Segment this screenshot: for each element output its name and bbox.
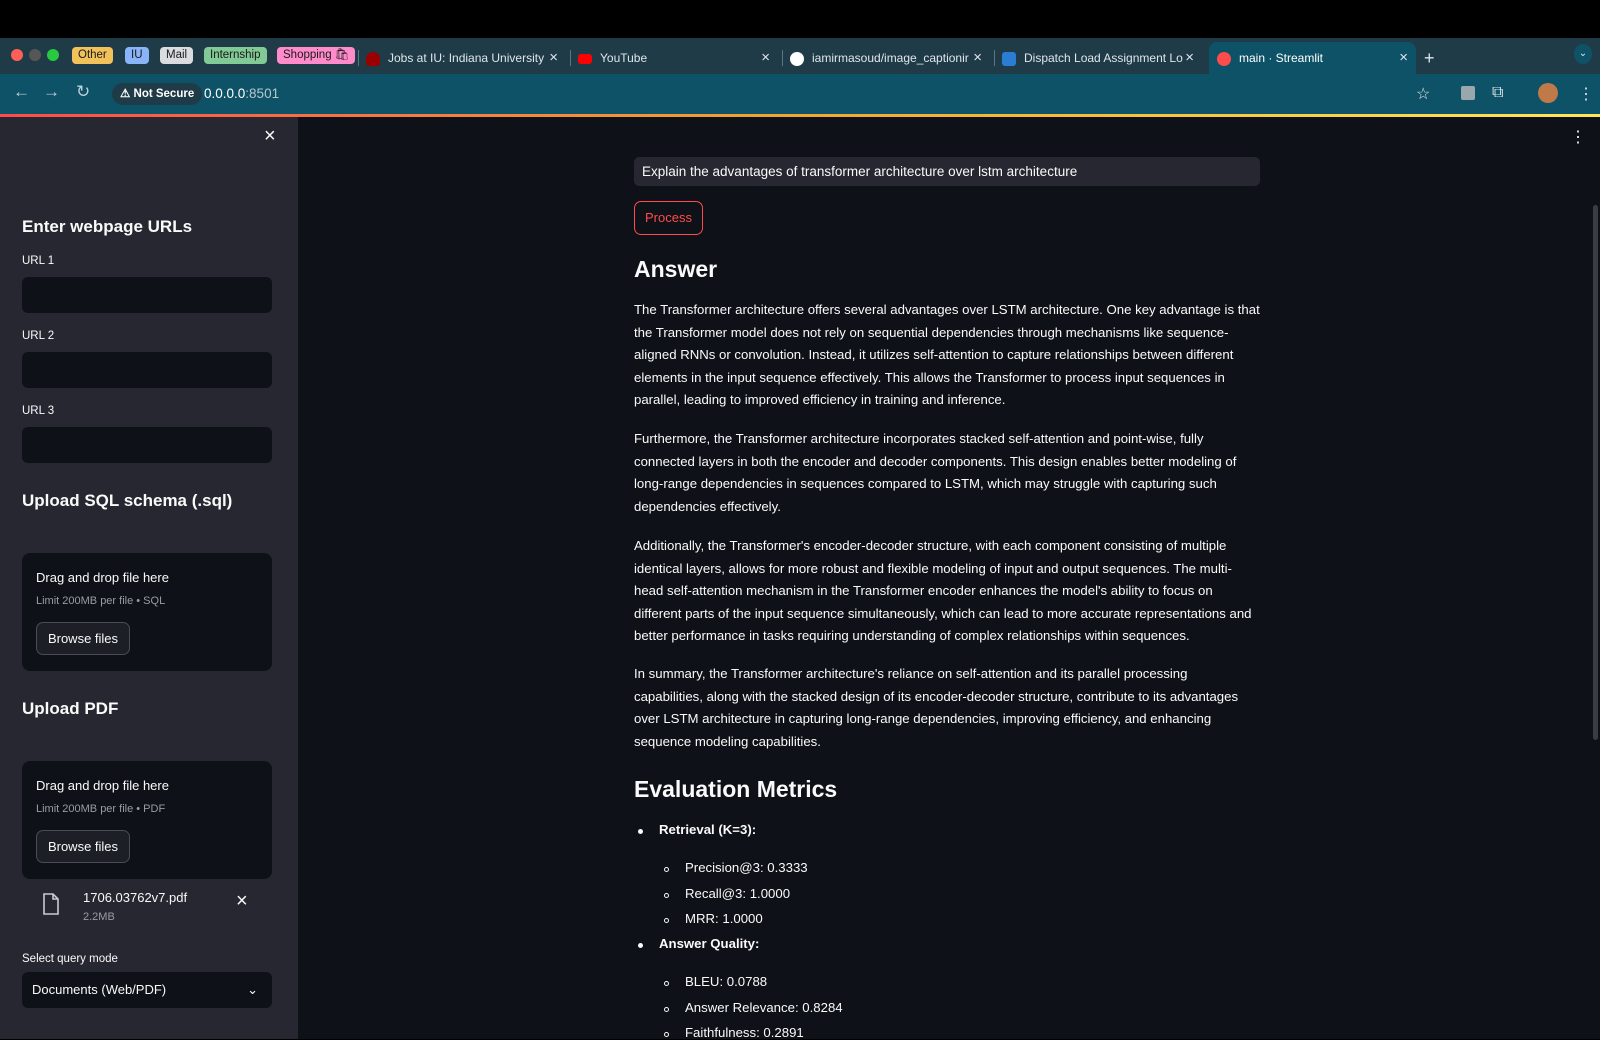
reload-icon[interactable]: ↻ — [76, 82, 90, 102]
pdf-heading: Upload PDF — [22, 699, 119, 718]
sidebar: × Enter webpage URLs URL 1 URL 2 URL 3 U… — [0, 117, 298, 1039]
tab-group-shopping[interactable]: Shopping 🛍 — [277, 47, 356, 64]
new-tab-button[interactable]: + — [1424, 42, 1444, 74]
url2-label: URL 2 — [22, 330, 55, 342]
url3-label: URL 3 — [22, 405, 55, 417]
uploaded-file-row: 1706.03762v7.pdf 2.2MB × — [22, 885, 272, 927]
profile-avatar[interactable] — [1538, 83, 1558, 103]
streamlit-icon — [1217, 51, 1231, 66]
tab-streamlit-active[interactable]: main · Streamlit × — [1209, 42, 1416, 74]
metric-group-retrieval: Retrieval (K=3): — [659, 822, 757, 837]
metrics-heading: Evaluation Metrics — [634, 776, 838, 802]
window-minimize-button[interactable] — [29, 49, 41, 61]
metric-group-answer-quality: Answer Quality: — [659, 936, 760, 951]
answer-paragraph-3: Additionally, the Transformer's encoder-… — [634, 538, 1252, 644]
tab-search-icon[interactable]: ⌄ — [1574, 44, 1592, 64]
close-tab-icon[interactable]: × — [761, 42, 770, 74]
answer-paragraph-1: The Transformer architecture offers seve… — [634, 302, 1260, 408]
sql-dropzone[interactable]: Drag and drop file here Limit 200MB per … — [22, 553, 272, 671]
close-tab-icon[interactable]: × — [1185, 42, 1194, 74]
sql-browse-button[interactable]: Browse files — [36, 622, 130, 655]
github-icon — [790, 51, 804, 66]
url3-input[interactable] — [22, 427, 272, 463]
sql-heading: Upload SQL schema (.sql) — [22, 491, 233, 510]
close-tab-icon[interactable]: × — [1399, 42, 1408, 74]
pdf-browse-button[interactable]: Browse files — [36, 830, 130, 863]
url1-label: URL 1 — [22, 255, 55, 267]
metric-faithfulness: Faithfulness: 0.2891 — [685, 1025, 804, 1040]
metric-precision: Precision@3: 0.3333 — [685, 860, 808, 875]
pdf-dropzone[interactable]: Drag and drop file here Limit 200MB per … — [22, 761, 272, 879]
remove-file-icon[interactable]: × — [236, 890, 248, 913]
tab-group-other[interactable]: Other — [72, 47, 113, 64]
main-scrollbar[interactable] — [1593, 205, 1598, 740]
iu-shield-icon — [366, 51, 380, 66]
bookmark-star-icon[interactable]: ☆ — [1416, 84, 1430, 104]
tab-github[interactable]: iamirmasoud/image_captionir × — [790, 42, 990, 74]
youtube-icon — [578, 53, 592, 64]
mode-label: Select query mode — [22, 953, 118, 965]
metric-bleu: BLEU: 0.0788 — [685, 974, 768, 989]
query-input[interactable]: Explain the advantages of transformer ar… — [634, 157, 1260, 186]
tab-group-mail[interactable]: Mail — [160, 47, 194, 64]
uploaded-file-size: 2.2MB — [83, 911, 115, 923]
urls-heading: Enter webpage URLs — [22, 217, 193, 236]
tab-word-doc[interactable]: Dispatch Load Assignment Lo × — [1002, 42, 1202, 74]
answer-paragraph-2: Furthermore, the Transformer architectur… — [634, 431, 1237, 514]
url2-input[interactable] — [22, 352, 272, 388]
extension-icon[interactable] — [1461, 86, 1475, 100]
browser-tab-strip: Other IU Mail Internship Shopping 🛍 Jobs… — [0, 38, 1600, 74]
browser-toolbar: ← → ↻ ⚠ Not Secure 0.0.0.0:8501 ☆ ⧉ ⋮ — [0, 74, 1600, 114]
answer-heading: Answer — [634, 256, 718, 282]
forward-icon[interactable]: → — [43, 82, 60, 102]
metric-mrr: MRR: 1.0000 — [685, 911, 763, 926]
metric-answer-relevance: Answer Relevance: 0.8284 — [685, 1000, 843, 1015]
query-mode-select[interactable]: Documents (Web/PDF) ⌄ — [22, 972, 272, 1008]
metric-recall: Recall@3: 1.0000 — [685, 886, 791, 901]
tab-group-iu[interactable]: IU — [125, 47, 149, 64]
address-bar[interactable]: ⚠ Not Secure 0.0.0.0:8501 ☆ — [108, 80, 1438, 108]
chevron-down-icon: ⌄ — [247, 982, 258, 997]
back-icon[interactable]: ← — [13, 82, 30, 102]
browser-menu-icon[interactable]: ⋮ — [1578, 84, 1594, 104]
url1-input[interactable] — [22, 277, 272, 313]
close-sidebar-icon[interactable]: × — [264, 125, 276, 148]
close-tab-icon[interactable]: × — [549, 42, 558, 74]
answer-paragraph-4: In summary, the Transformer architecture… — [634, 666, 1239, 749]
warning-icon: ⚠ — [120, 88, 134, 100]
puzzle-extensions-icon[interactable]: ⧉ — [1492, 84, 1503, 102]
uploaded-file-name: 1706.03762v7.pdf — [83, 890, 188, 905]
close-tab-icon[interactable]: × — [973, 42, 982, 74]
word-icon — [1002, 51, 1016, 66]
window-close-button[interactable] — [11, 49, 23, 61]
not-secure-badge[interactable]: ⚠ Not Secure — [112, 83, 203, 105]
file-icon — [43, 893, 59, 915]
process-button[interactable]: Process — [634, 201, 703, 235]
tab-youtube[interactable]: YouTube × — [578, 42, 778, 74]
window-maximize-button[interactable] — [47, 49, 59, 61]
tab-jobs-iu[interactable]: Jobs at IU: Indiana University × — [366, 42, 566, 74]
tab-group-internship[interactable]: Internship — [204, 47, 267, 64]
app-menu-icon[interactable]: ⋮ — [1570, 127, 1586, 147]
url-text[interactable]: 0.0.0.0:8501 — [204, 80, 279, 108]
